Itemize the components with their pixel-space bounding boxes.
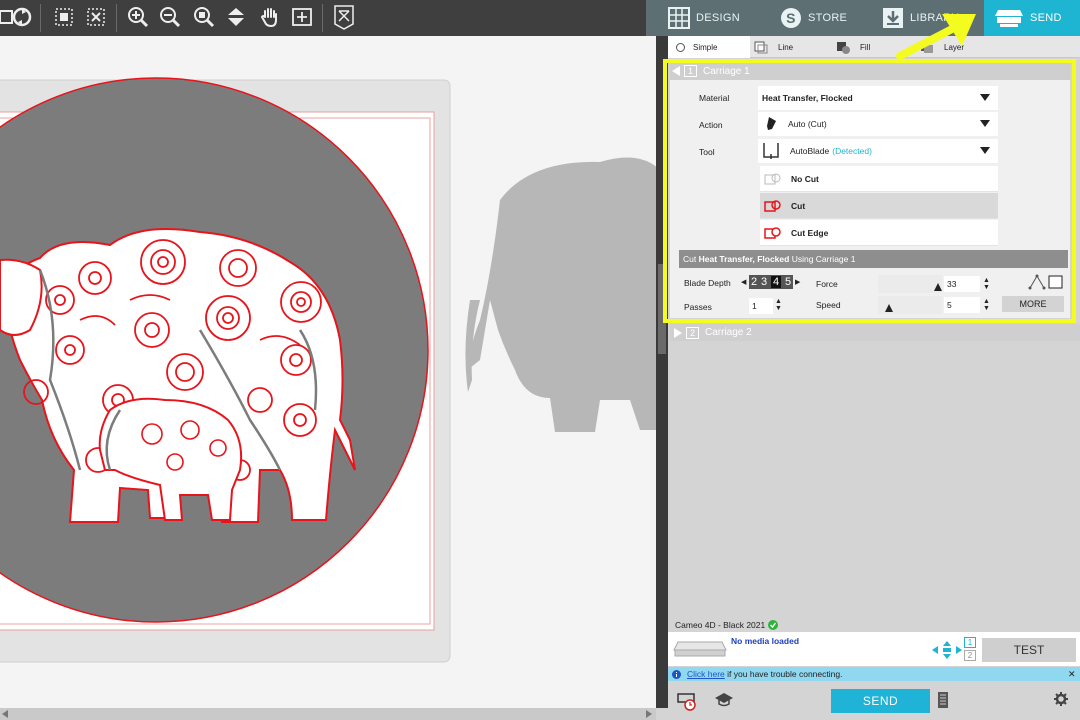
select-all-icon[interactable] — [50, 3, 78, 31]
line-mode-icon — [754, 41, 768, 54]
tab-design[interactable]: DESIGN — [668, 0, 766, 36]
tab-line[interactable]: Line — [754, 36, 834, 58]
expand-triangle-icon — [674, 327, 682, 338]
cutter-machine-icon — [672, 638, 728, 660]
move-down-icon[interactable] — [222, 3, 250, 31]
carriage-number: 2 — [686, 326, 699, 339]
tab-library[interactable]: LIBRARY — [882, 0, 982, 36]
store-s-icon: S — [780, 7, 802, 29]
carriage-title: Carriage 2 — [705, 327, 752, 338]
library-download-icon — [882, 7, 904, 29]
info-icon — [672, 669, 681, 679]
zoom-fit-icon[interactable] — [190, 3, 218, 31]
device-name: Cameo 4D - Black 2021 — [675, 620, 766, 630]
page-1-button[interactable]: 1 — [964, 637, 976, 648]
send-button[interactable]: SEND — [831, 689, 930, 713]
mode-tabs: Simple Line Fill Layer — [668, 36, 1080, 58]
radio-icon — [676, 42, 685, 52]
tab-store[interactable]: S STORE — [780, 0, 870, 36]
highlight-box — [663, 59, 1076, 323]
info-text: if you have trouble connecting. — [724, 669, 843, 679]
test-button[interactable]: TEST — [982, 638, 1076, 662]
gear-icon[interactable] — [1054, 692, 1068, 706]
tab-fill[interactable]: Fill — [836, 36, 916, 58]
fit-page-icon[interactable] — [288, 3, 316, 31]
scroll-left-icon[interactable] — [2, 710, 8, 718]
close-icon[interactable]: ✕ — [1068, 669, 1076, 680]
move-arrows-icon[interactable] — [932, 641, 962, 659]
grid-icon — [668, 7, 690, 29]
tab-layer[interactable]: Layer — [920, 36, 1000, 58]
fill-mode-icon — [836, 41, 850, 54]
horizontal-scrollbar[interactable] — [0, 708, 656, 720]
tab-simple[interactable]: Simple — [668, 36, 750, 58]
cut-settings-icon[interactable] — [676, 690, 698, 712]
layer-mode-icon — [920, 41, 934, 54]
top-navigation: DESIGN S STORE LIBRARY SEND — [646, 0, 1080, 36]
page-2-button[interactable]: 2 — [964, 650, 976, 661]
tutorial-cap-icon[interactable] — [714, 692, 734, 708]
deselect-icon[interactable] — [82, 3, 110, 31]
connection-info-bar: Click here if you have trouble connectin… — [668, 667, 1080, 681]
trace-icon[interactable] — [330, 3, 358, 31]
svg-text:S: S — [786, 10, 796, 26]
scroll-right-icon[interactable] — [646, 710, 652, 718]
design-canvas[interactable] — [0, 36, 656, 708]
media-status: No media loaded — [731, 636, 800, 646]
job-list-icon[interactable] — [938, 692, 948, 708]
check-icon — [768, 620, 779, 630]
cutter-icon — [994, 8, 1024, 28]
pan-hand-icon[interactable] — [256, 3, 284, 31]
device-status-bar: Cameo 4D - Black 2021 — [668, 618, 1080, 632]
zoom-out-icon[interactable] — [156, 3, 184, 31]
zoom-in-icon[interactable] — [124, 3, 152, 31]
replicate-icon[interactable] — [8, 3, 36, 31]
tab-send[interactable]: SEND — [984, 0, 1080, 36]
carriage-2-header[interactable]: 2 Carriage 2 — [670, 324, 1080, 341]
main-toolbar — [0, 0, 656, 36]
click-here-link[interactable]: Click here — [687, 669, 725, 679]
